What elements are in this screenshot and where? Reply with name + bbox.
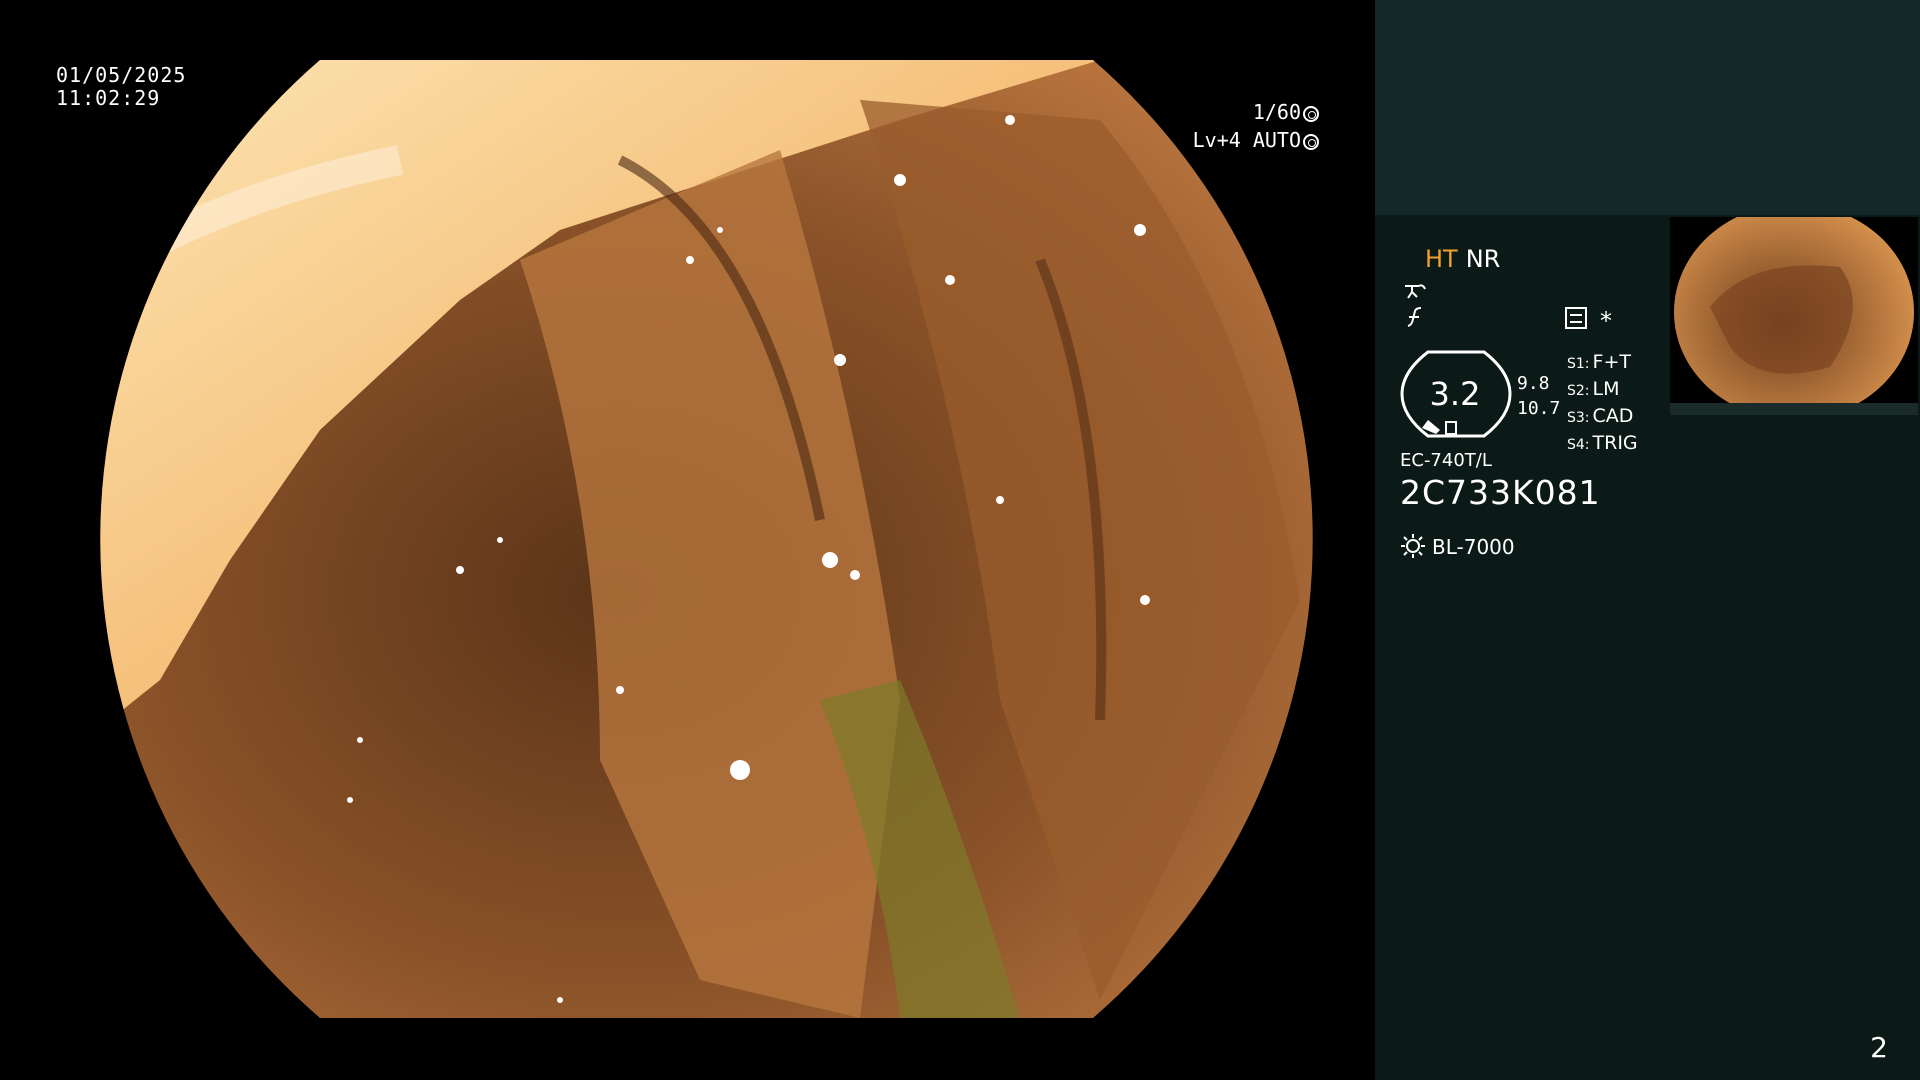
light-source: BL-7000: [1400, 533, 1515, 559]
shutter-icon: [1303, 106, 1319, 122]
mode-ht: HT: [1425, 245, 1458, 273]
mode-indicator: HT NR: [1425, 245, 1500, 273]
thumbnail-image: [1670, 217, 1918, 415]
enhancement-icon: [1405, 284, 1426, 299]
shutter-text: 1/60: [1252, 100, 1301, 124]
zoom-value-2: 10.7: [1517, 398, 1561, 419]
mode-nr: NR: [1465, 245, 1501, 273]
exposure-readout: 1/60 Lv+4 AUTO: [1193, 98, 1319, 154]
time-text: 11:02:29: [56, 86, 161, 110]
zoom-value-1: 9.8: [1517, 373, 1550, 394]
serial-number: 2C733K081: [1400, 473, 1601, 512]
setting-s1: S1: F+T: [1567, 351, 1631, 373]
light-source-icon: [1401, 534, 1425, 558]
date-text: 01/05/2025: [56, 63, 187, 87]
switch-settings: S1: F+T S2: LM S3: CAD S4: TRIG: [1567, 350, 1638, 458]
endoscopy-view: 01/05/2025 11:02:29 1/60 Lv+4 AUTO: [0, 0, 1375, 1080]
level-text: Lv+4 AUTO: [1192, 128, 1301, 152]
endoscopic-image: [100, 60, 1313, 1018]
color-enhance-icon: [1407, 307, 1422, 327]
zoom-value: 3.2: [1429, 375, 1481, 413]
scope-model: EC-740T/L: [1400, 450, 1492, 471]
star-icon: *: [1600, 307, 1612, 335]
setting-s3: S3: CAD: [1567, 405, 1634, 427]
auto-iris-icon: [1303, 134, 1319, 150]
panel-header-band: [1375, 0, 1920, 215]
menu-icon: [1565, 307, 1587, 329]
page-number: 2: [1870, 1031, 1888, 1064]
setting-s2: S2: LM: [1567, 378, 1620, 400]
light-source-text: BL-7000: [1432, 535, 1515, 559]
info-panel: HT NR * 3.2 9.8 10.7 S1: F+T S2: LM S3: CAD …: [1375, 0, 1920, 1080]
datetime-readout: 01/05/2025 11:02:29: [56, 64, 186, 110]
setting-s4: S4: TRIG: [1567, 432, 1638, 454]
